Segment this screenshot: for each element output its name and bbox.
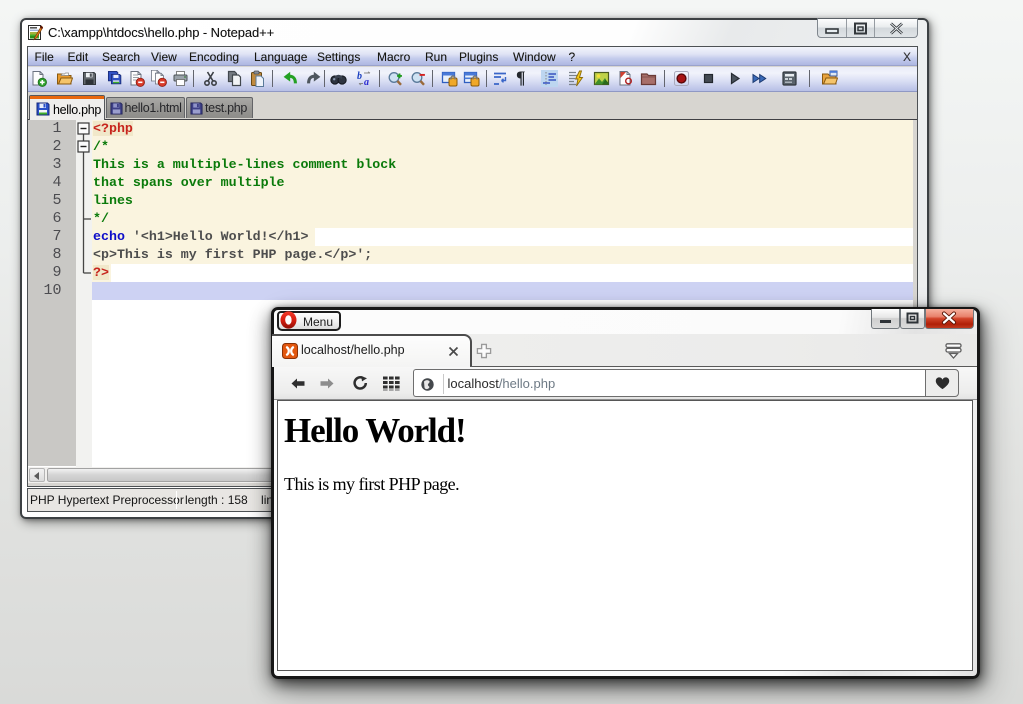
svg-text:a: a <box>364 77 369 87</box>
svg-text:b: b <box>357 71 362 82</box>
svg-text:¶: ¶ <box>516 70 525 87</box>
